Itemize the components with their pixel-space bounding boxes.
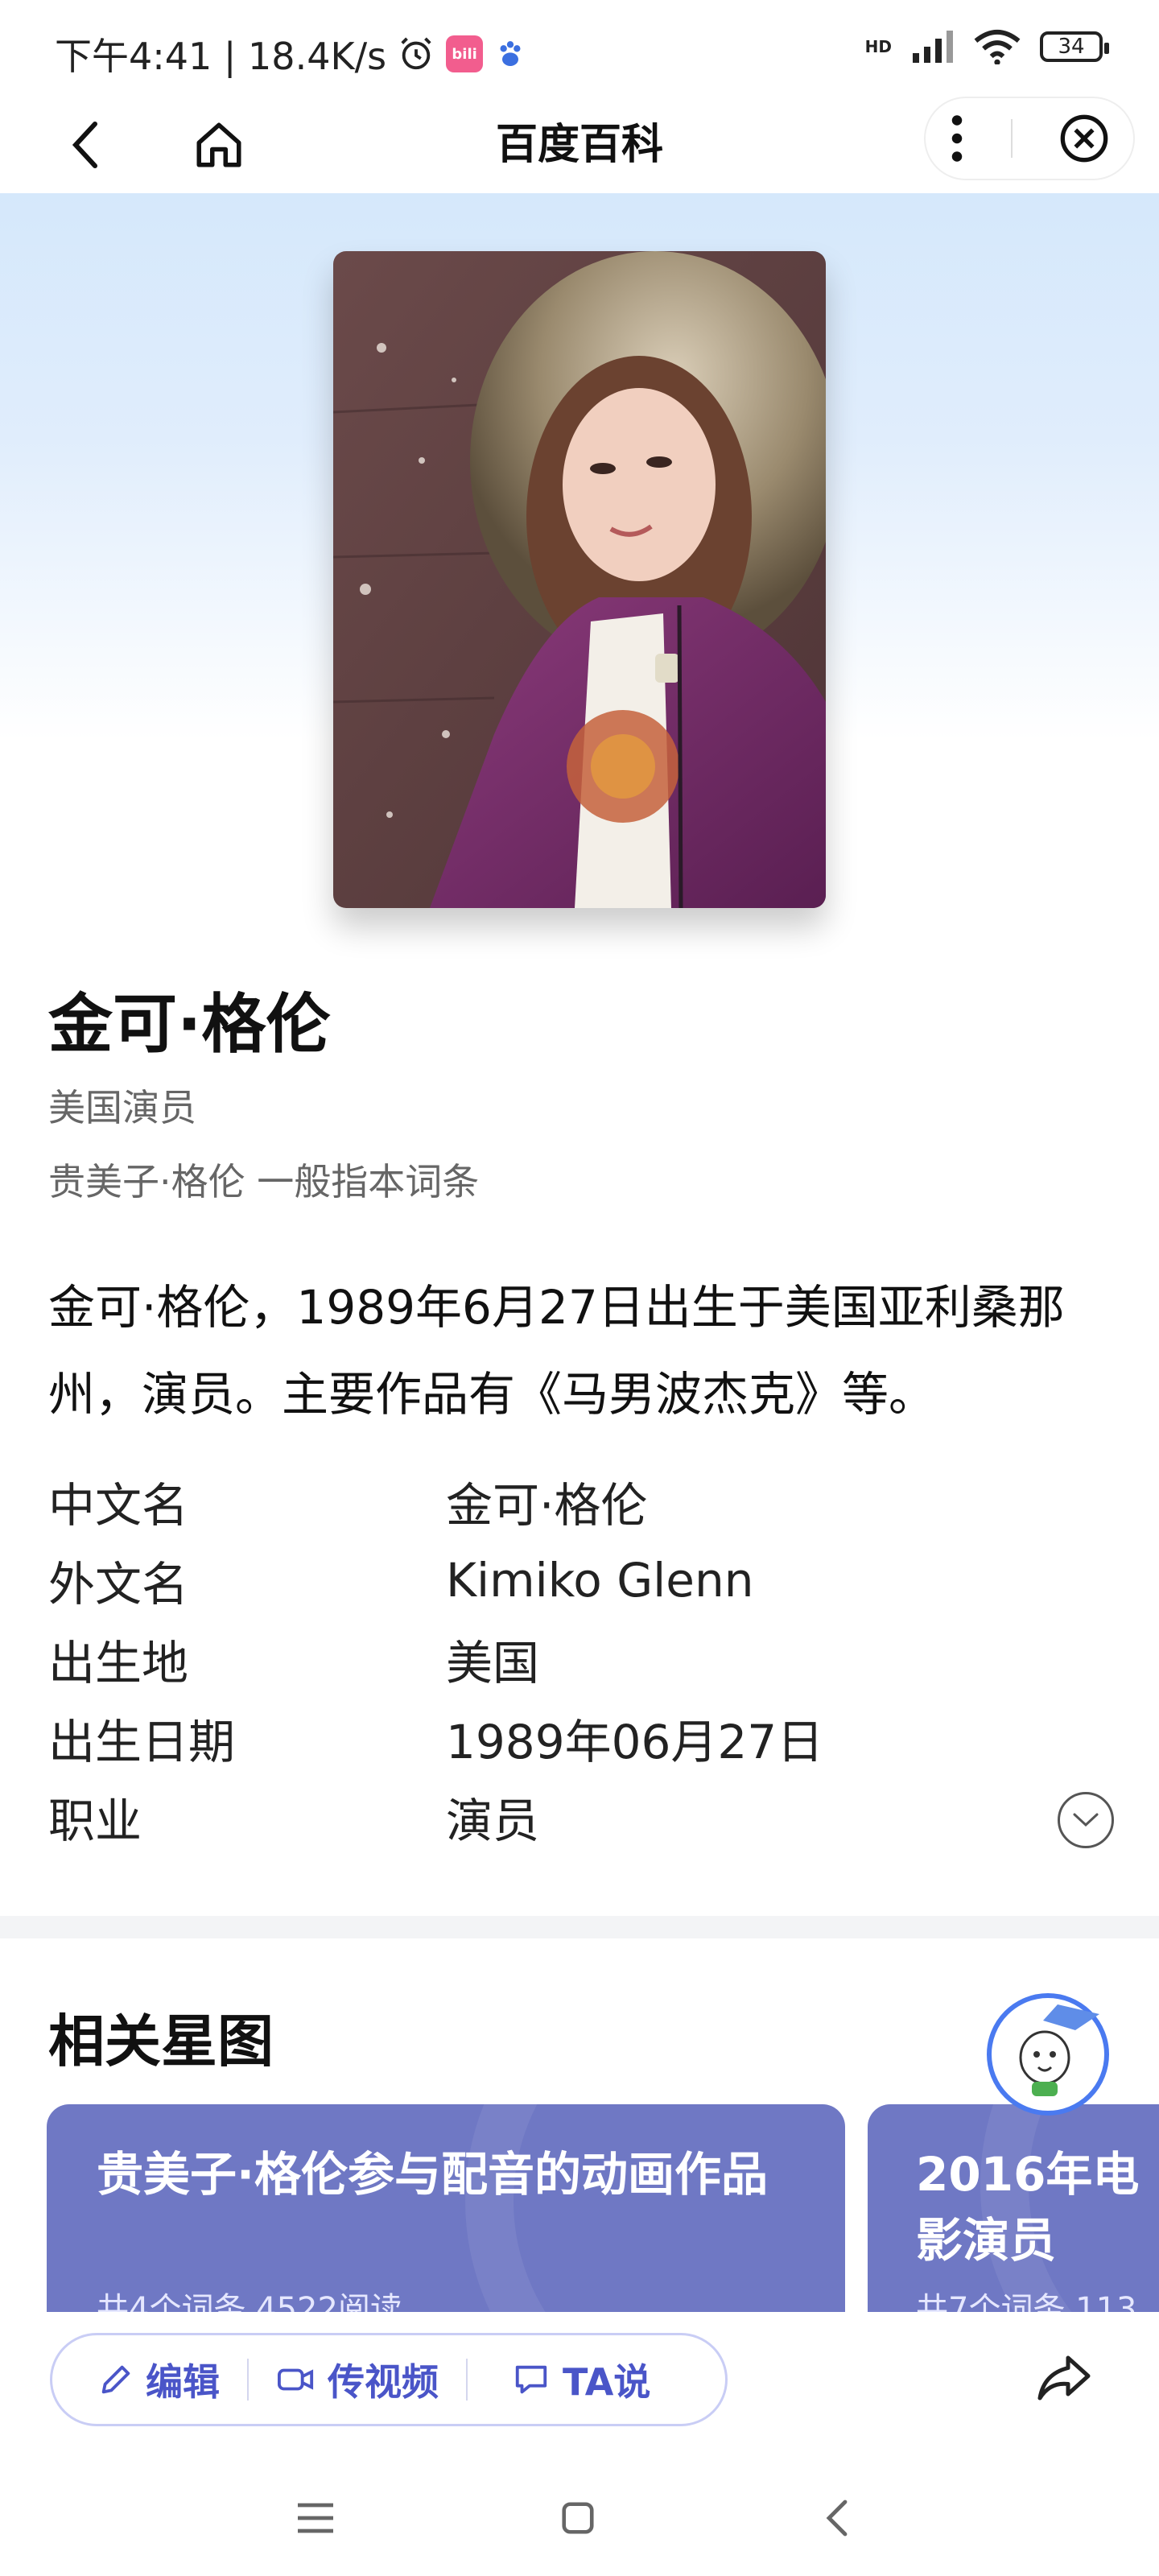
info-value: 金可·格伦 xyxy=(446,1478,648,1533)
share-icon xyxy=(1037,2355,1091,2401)
action-divider xyxy=(247,2359,249,2401)
info-value: 演员 xyxy=(446,1794,540,1848)
home-button[interactable] xyxy=(188,114,250,175)
related-card[interactable]: 贵美子·格伦参与配音的动画作品 共4个词条 4522阅读 xyxy=(47,2104,845,2346)
expand-info-button[interactable] xyxy=(1058,1792,1114,1848)
alarm-icon xyxy=(401,37,431,70)
menu-icon xyxy=(298,2503,333,2533)
disambiguation-note[interactable]: 贵美子·格伦 一般指本词条 xyxy=(48,1153,479,1206)
upload-video-label: 传视频 xyxy=(328,2360,439,2404)
info-value: Kimiko Glenn xyxy=(446,1553,754,1608)
info-row: 外文名 Kimiko Glenn xyxy=(48,1541,1111,1620)
share-button[interactable] xyxy=(1033,2347,1095,2409)
edit-label: 编辑 xyxy=(146,2360,220,2404)
edit-button[interactable]: 编辑 xyxy=(97,2353,220,2406)
capsule-menu xyxy=(924,97,1135,180)
entry-subtitle: 美国演员 xyxy=(48,1086,196,1129)
close-icon[interactable] xyxy=(1058,113,1110,164)
action-pill: 编辑 传视频 TA说 xyxy=(50,2333,728,2426)
back-arrow-icon xyxy=(72,122,97,168)
status-left: 下午4:41 | 18.4K/s bili xyxy=(55,27,526,80)
assistant-avatar[interactable] xyxy=(987,1993,1109,2116)
action-divider xyxy=(466,2359,468,2401)
info-key: 出生地 xyxy=(48,1636,189,1690)
status-bar: 下午4:41 | 18.4K/s bili HD 34 xyxy=(0,0,1159,97)
entry-title: 金可·格伦 xyxy=(48,987,331,1062)
baidu-icon xyxy=(500,41,521,66)
bilibili-icon: bili xyxy=(446,35,484,72)
info-value: 1989年06月27日 xyxy=(446,1715,824,1769)
status-right: HD 34 xyxy=(864,29,1109,64)
capsule-divider xyxy=(1010,119,1013,158)
info-row: 职业 演员 xyxy=(48,1777,1111,1856)
battery-level: 34 xyxy=(1058,35,1085,59)
back-system-button[interactable] xyxy=(808,2489,866,2547)
home-icon xyxy=(196,122,241,167)
info-value: 美国 xyxy=(446,1636,540,1690)
network-label: HD xyxy=(864,37,892,56)
info-key: 出生日期 xyxy=(48,1715,236,1769)
battery-icon: 34 xyxy=(1040,31,1109,62)
upload-video-button[interactable]: 传视频 xyxy=(276,2353,439,2406)
bottom-action-bar: 编辑 传视频 TA说 xyxy=(0,2312,1159,2457)
assistant-mascot-icon xyxy=(1019,2004,1099,2096)
related-card[interactable]: 2016年电影演员 共7个词条 113 xyxy=(868,2104,1159,2346)
pencil-icon xyxy=(101,2365,130,2394)
square-icon xyxy=(562,2502,594,2534)
info-key: 外文名 xyxy=(48,1557,189,1612)
home-system-button[interactable] xyxy=(549,2489,607,2547)
recent-apps-button[interactable] xyxy=(287,2489,344,2547)
photo-illustration xyxy=(333,251,826,908)
status-time-speed: 下午4:41 | 18.4K/s xyxy=(55,35,387,78)
section-divider xyxy=(0,1916,1159,1938)
related-card-title: 2016年电影演员 xyxy=(916,2147,1140,2268)
more-icon[interactable] xyxy=(949,114,965,163)
chat-bubble-icon xyxy=(515,2365,547,2394)
info-key: 中文名 xyxy=(48,1478,189,1533)
video-camera-icon xyxy=(277,2368,314,2391)
person-photo[interactable] xyxy=(333,251,826,908)
ta-say-button[interactable]: TA说 xyxy=(511,2353,650,2406)
system-nav-bar xyxy=(0,2457,1159,2576)
chevron-down-icon xyxy=(1073,1813,1099,1827)
related-section-title: 相关星图 xyxy=(48,2008,274,2074)
wifi-icon xyxy=(974,29,1021,64)
info-row: 出生日期 1989年06月27日 xyxy=(48,1699,1111,1777)
info-row: 中文名 金可·格伦 xyxy=(48,1462,1111,1541)
info-box: 中文名 金可·格伦 外文名 Kimiko Glenn 出生地 美国 出生日期 1… xyxy=(48,1462,1111,1856)
entry-summary: 金可·格伦，1989年6月27日出生于美国亚利桑那州，演员。主要作品有《马男波杰… xyxy=(48,1280,1065,1422)
ta-say-label: TA说 xyxy=(563,2360,651,2404)
nav-bar: 百度百科 xyxy=(0,97,1159,193)
info-row: 出生地 美国 xyxy=(48,1620,1111,1699)
card-decoration xyxy=(465,2104,845,2346)
back-triangle-icon xyxy=(826,2500,848,2537)
info-key: 职业 xyxy=(48,1794,142,1848)
related-card-title: 贵美子·格伦参与配音的动画作品 xyxy=(97,2147,769,2202)
back-button[interactable] xyxy=(55,114,116,175)
signal-icon xyxy=(913,31,953,63)
